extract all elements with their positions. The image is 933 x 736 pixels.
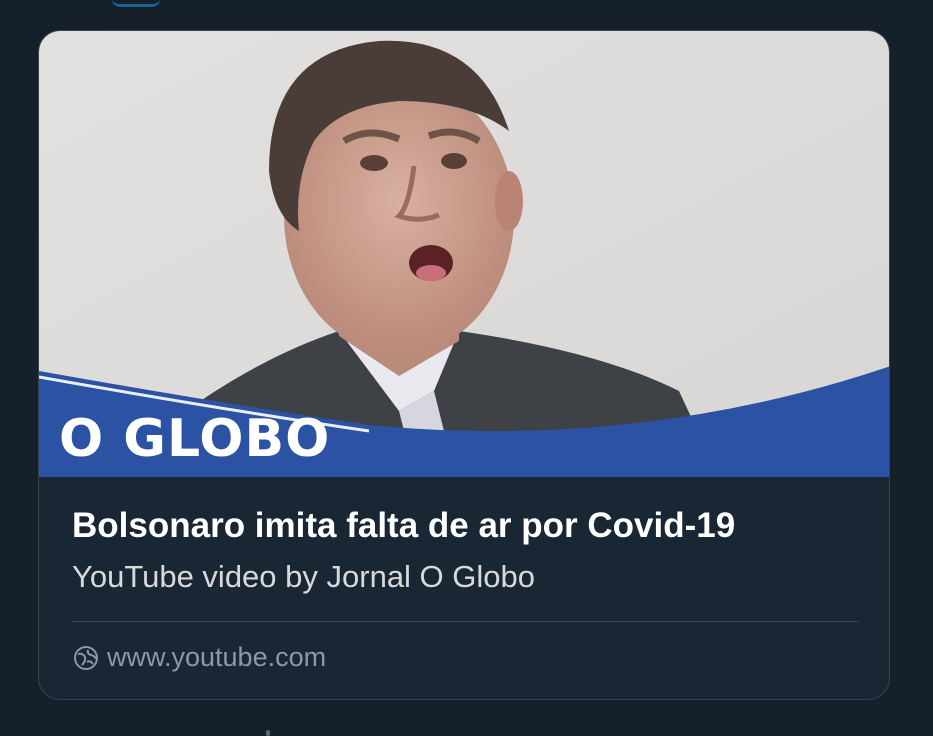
card-title[interactable]: Bolsonaro imita falta de ar por Covid-19 xyxy=(72,505,856,547)
globe-icon xyxy=(73,645,99,671)
card-meta: Bolsonaro imita falta de ar por Covid-19… xyxy=(39,477,889,597)
news-logo: O GLOBO xyxy=(59,409,331,469)
card-subtitle: YouTube video by Jornal O Globo xyxy=(72,559,536,594)
domain-label: www.youtube.com xyxy=(107,642,327,672)
domain-row[interactable]: www.youtube.com xyxy=(39,622,889,673)
link-preview-card[interactable]: O GLOBO Bolsonaro imita falta de ar por … xyxy=(38,30,890,700)
previous-tweet-element xyxy=(112,0,160,7)
video-thumbnail[interactable]: O GLOBO xyxy=(39,31,889,477)
next-tweet-element xyxy=(266,730,270,736)
